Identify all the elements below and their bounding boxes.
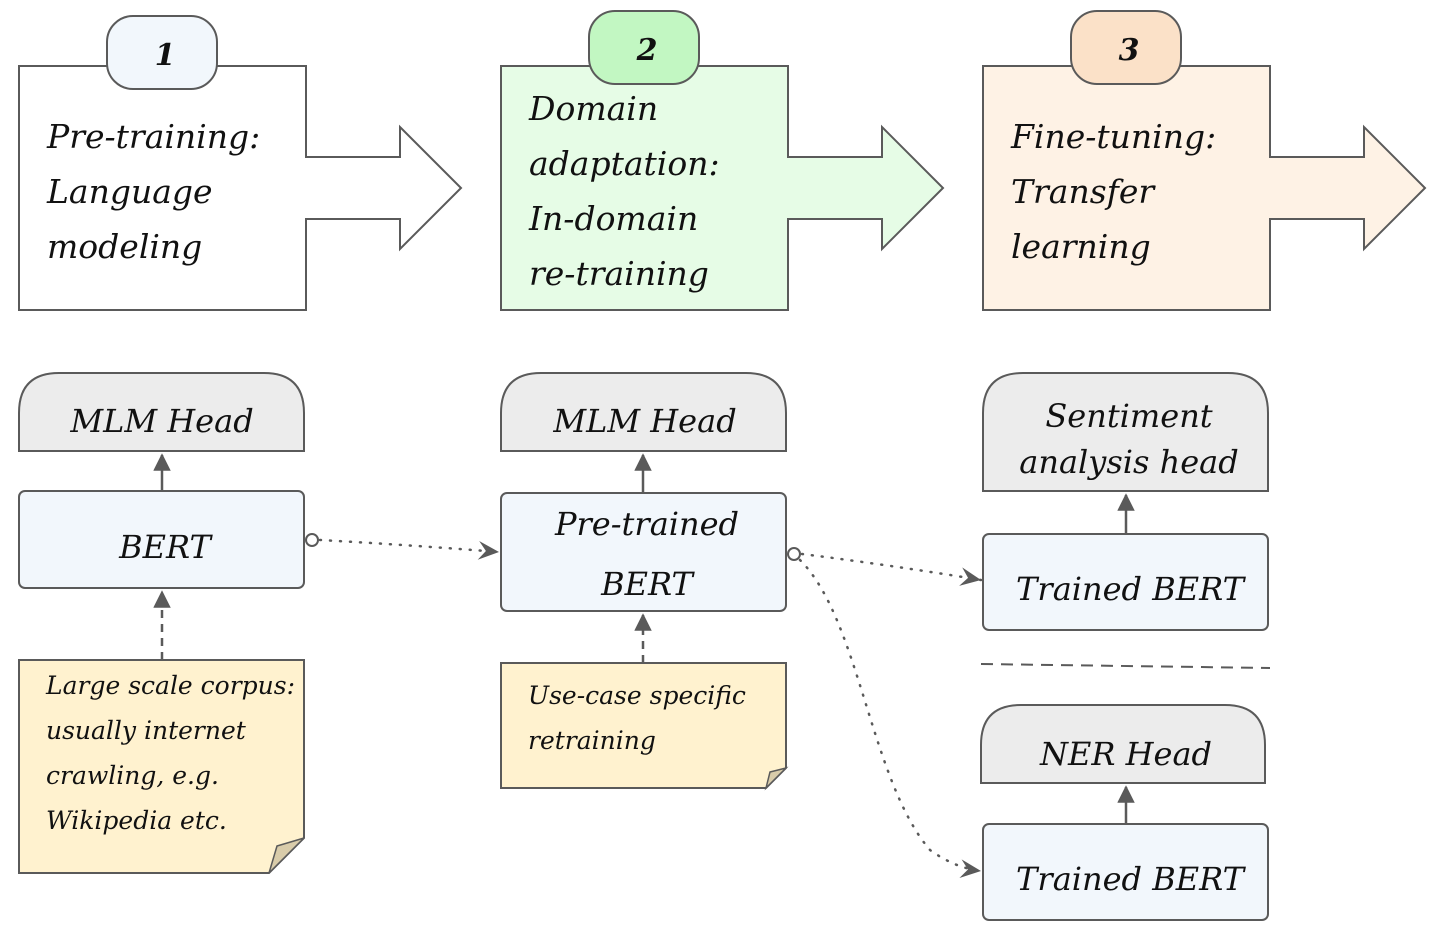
stage-1-number: 1: [155, 38, 176, 73]
usecase-note-line: retraining: [528, 726, 656, 755]
stage-2-title: Domain: [528, 89, 658, 128]
ner-head-label: NER Head: [1039, 735, 1212, 773]
pretrained-bert-label: Pre-trained: [554, 505, 739, 543]
bert-label: BERT: [118, 528, 213, 566]
connector-pretrained-to-ner: [798, 558, 983, 878]
domain-column: MLM Head Pre-trained BERT Use-case speci…: [500, 372, 789, 791]
stage-2-title: adaptation:: [529, 144, 720, 183]
stage-2: 2 Domain adaptation: In-domain re-traini…: [500, 10, 945, 311]
pretrained-bert-label: BERT: [600, 565, 695, 603]
stage-3-line: learning: [1011, 227, 1151, 266]
pretraining-column: MLM Head BERT Large scale corpus: usuall…: [18, 372, 305, 874]
connector-origin-dot: [305, 533, 319, 547]
stage-3-title: Fine-tuning:: [1010, 117, 1216, 156]
connector-pretrained-to-sentiment: [800, 552, 983, 586]
usecase-note-line: Use-case specific: [528, 681, 746, 710]
stage-2-line: In-domain: [528, 199, 698, 238]
stage-1-line: Language: [46, 172, 213, 211]
trained-bert-label: Trained BERT: [1016, 860, 1247, 898]
stage-1-line: modeling: [47, 227, 202, 266]
finetune-column: Sentiment analysis head Trained BERT NER…: [980, 372, 1271, 921]
sentiment-head-label: analysis head: [1019, 443, 1238, 481]
corpus-note-line: Wikipedia etc.: [46, 806, 227, 835]
trained-bert-label: Trained BERT: [1016, 570, 1247, 608]
connector-bert-to-pretrained: [318, 538, 501, 560]
stage-3-number: 3: [1119, 33, 1140, 68]
sentiment-head-label: Sentiment: [1045, 397, 1212, 435]
corpus-note-line: Large scale corpus:: [45, 671, 295, 700]
stage-2-number: 2: [636, 33, 658, 68]
connector-origin-dot: [787, 547, 801, 561]
task-separator: [980, 663, 1271, 669]
stage-3: 3 Fine-tuning: Transfer learning: [982, 10, 1427, 311]
mlm-head-label: MLM Head: [69, 402, 253, 440]
stage-2-line: re-training: [529, 254, 709, 293]
mlm-head-label-2: MLM Head: [552, 402, 736, 440]
corpus-note-line: usually internet: [46, 716, 247, 745]
corpus-note-line: crawling, e.g.: [46, 761, 219, 790]
diagram-canvas: 1 Pre-training: Language modeling 2 Doma…: [18, 10, 1427, 921]
stage-3-line: Transfer: [1011, 172, 1156, 211]
stage-1: 1 Pre-training: Language modeling: [18, 15, 463, 311]
stage-1-title: Pre-training:: [46, 117, 260, 156]
